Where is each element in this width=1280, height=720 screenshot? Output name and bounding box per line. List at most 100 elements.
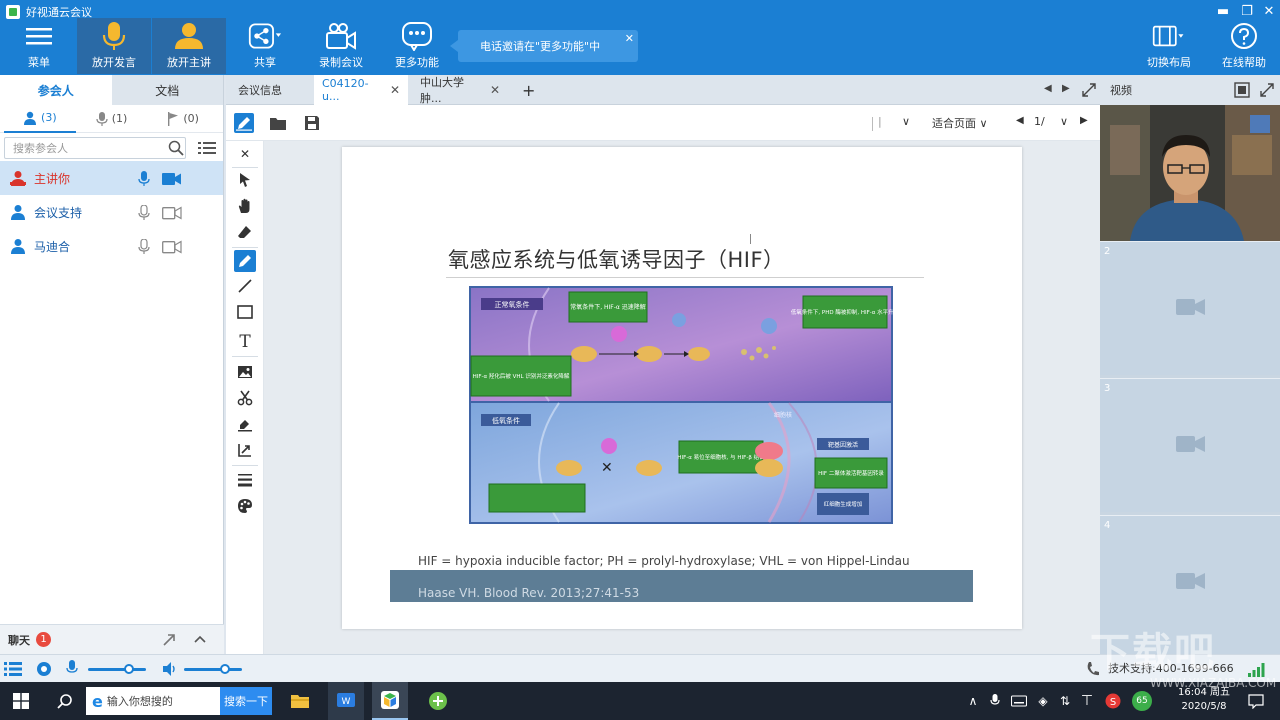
expand-video-icon[interactable]: [1260, 83, 1274, 97]
tray-mic-icon[interactable]: [986, 682, 1004, 720]
microphone-active-icon[interactable]: [138, 171, 150, 187]
video-layout-icon[interactable]: [1234, 82, 1250, 98]
slider-knob[interactable]: [220, 664, 230, 674]
search-icon[interactable]: [168, 140, 184, 156]
presenter-user-icon: [10, 171, 26, 186]
grid-view-icon[interactable]: [4, 661, 22, 677]
release-presenter-button[interactable]: 放开主讲: [152, 18, 226, 74]
menu-button[interactable]: 菜单: [2, 18, 76, 74]
camera-icon[interactable]: [162, 240, 182, 254]
participant-row[interactable]: 会议支持: [0, 195, 223, 229]
close-tab-icon[interactable]: ✕: [490, 83, 500, 97]
microphone-icon[interactable]: [138, 205, 150, 221]
chat-bar[interactable]: 聊天 1: [0, 624, 224, 654]
mic-volume-slider[interactable]: [88, 664, 146, 674]
text-tool-icon[interactable]: T: [234, 331, 256, 353]
page-number-label: 1/: [1034, 115, 1045, 128]
scroll-right-icon[interactable]: ▶: [1062, 83, 1070, 94]
tray-expand-icon[interactable]: ∧: [964, 682, 982, 720]
pop-out-icon[interactable]: [162, 633, 176, 647]
speaker-icon[interactable]: [162, 661, 178, 677]
open-folder-icon[interactable]: [268, 113, 288, 133]
camera-icon[interactable]: [162, 206, 182, 220]
fit-page-select[interactable]: 适合页面 ∨: [932, 115, 988, 131]
image-icon[interactable]: [234, 361, 256, 383]
speaker-volume-slider[interactable]: [184, 664, 242, 674]
hand-pan-icon[interactable]: [234, 195, 256, 217]
browser-search-box[interactable]: e 输入你想搜的: [86, 687, 220, 715]
page-number-field[interactable]: 1/: [1034, 115, 1045, 128]
taskbar-search-icon[interactable]: [50, 682, 80, 720]
more-functions-button[interactable]: 更多功能: [380, 18, 454, 74]
tab-document-c04120[interactable]: C04120-u... ✕: [314, 75, 408, 105]
video-record-icon: [324, 21, 358, 51]
prev-page-icon[interactable]: ◀: [1016, 115, 1024, 126]
microphone-icon: [96, 111, 108, 126]
taskbar-app-meeting-icon[interactable]: W: [328, 682, 364, 720]
participant-search-input[interactable]: [4, 137, 186, 159]
view-dropdown-icon[interactable]: ∨: [902, 115, 910, 128]
filter-speaking[interactable]: (1): [76, 105, 148, 133]
presenter-video-feed[interactable]: [1100, 105, 1280, 241]
watermark-url: WWW.XIAZAIBA.COM: [1150, 676, 1277, 690]
file-explorer-icon[interactable]: [284, 682, 316, 720]
line-width-icon[interactable]: [234, 469, 256, 491]
online-help-button[interactable]: 在线帮助: [1207, 18, 1280, 74]
close-palette-icon[interactable]: ✕: [234, 143, 256, 165]
switch-layout-button[interactable]: 切换布局: [1132, 18, 1206, 74]
chevron-up-icon[interactable]: [194, 634, 206, 644]
tray-network-icon[interactable]: ⇅: [1056, 682, 1074, 720]
list-view-icon[interactable]: [198, 140, 216, 156]
tab-documents[interactable]: 文档: [111, 75, 223, 105]
tray-shield-icon[interactable]: ◈: [1034, 682, 1052, 720]
eraser-icon[interactable]: [234, 221, 256, 243]
watermark-text: 下载吧: [1090, 630, 1216, 676]
close-window-icon[interactable]: ✕: [1258, 4, 1280, 19]
tab-meeting-info[interactable]: 会议信息: [230, 75, 314, 105]
participant-row[interactable]: 主讲你: [0, 161, 223, 195]
share-button[interactable]: 共享: [228, 18, 302, 74]
close-tab-icon[interactable]: ✕: [390, 83, 400, 97]
clear-annotations-icon[interactable]: [234, 413, 256, 435]
taskbar-app-green-icon[interactable]: [420, 682, 456, 720]
line-icon[interactable]: [234, 275, 256, 297]
export-icon[interactable]: [234, 439, 256, 461]
video-slot[interactable]: 2: [1100, 241, 1280, 375]
scroll-left-icon[interactable]: ◀: [1044, 83, 1052, 94]
expand-icon[interactable]: [1082, 83, 1096, 97]
taskbar-clock[interactable]: 16:04 周五 2020/5/8: [1168, 686, 1240, 714]
annotate-pen-icon[interactable]: [234, 113, 254, 133]
next-page-icon[interactable]: ▶: [1080, 115, 1088, 126]
browser-search-button[interactable]: 搜索一下: [220, 687, 272, 715]
tray-upload-icon[interactable]: ⊤: [1078, 682, 1096, 720]
rectangle-icon[interactable]: [234, 301, 256, 323]
windows-start-icon[interactable]: [6, 682, 36, 720]
video-slot[interactable]: 3: [1100, 378, 1280, 512]
microphone-icon[interactable]: [138, 239, 150, 255]
color-palette-icon[interactable]: [234, 495, 256, 517]
prev-view-icon[interactable]: |: [878, 115, 882, 128]
record-button[interactable]: 录制会议: [304, 18, 378, 74]
participant-row[interactable]: 马迪合: [0, 229, 223, 263]
release-speech-button[interactable]: 放开发言: [77, 18, 151, 74]
camera-active-icon[interactable]: [162, 172, 182, 186]
tray-weibo-icon[interactable]: S: [1102, 682, 1124, 720]
filter-all-users[interactable]: (3): [4, 105, 76, 133]
slider-knob[interactable]: [124, 664, 134, 674]
taskbar-app-cloudmeeting-icon[interactable]: [372, 682, 408, 720]
tooltip-close-icon[interactable]: ✕: [625, 32, 634, 45]
tab-document-sysu[interactable]: 中山大学肿... ✕: [412, 75, 508, 105]
microphone-volume-icon[interactable]: [66, 660, 78, 676]
filter-hand-raised[interactable]: (0): [147, 105, 219, 133]
add-tab-button[interactable]: +: [514, 75, 543, 105]
save-icon[interactable]: [302, 113, 322, 133]
page-dropdown-icon[interactable]: ∨: [1060, 115, 1068, 128]
pointer-icon[interactable]: [234, 169, 256, 191]
camera-status-icon[interactable]: [36, 661, 52, 677]
scissors-icon[interactable]: [234, 387, 256, 409]
maximize-icon[interactable]: ❐: [1236, 4, 1258, 19]
tray-keyboard-icon[interactable]: [1008, 682, 1030, 720]
minimize-icon[interactable]: ▬: [1212, 4, 1234, 19]
pen-icon[interactable]: [234, 250, 256, 272]
tab-participants[interactable]: 参会人: [0, 75, 112, 105]
